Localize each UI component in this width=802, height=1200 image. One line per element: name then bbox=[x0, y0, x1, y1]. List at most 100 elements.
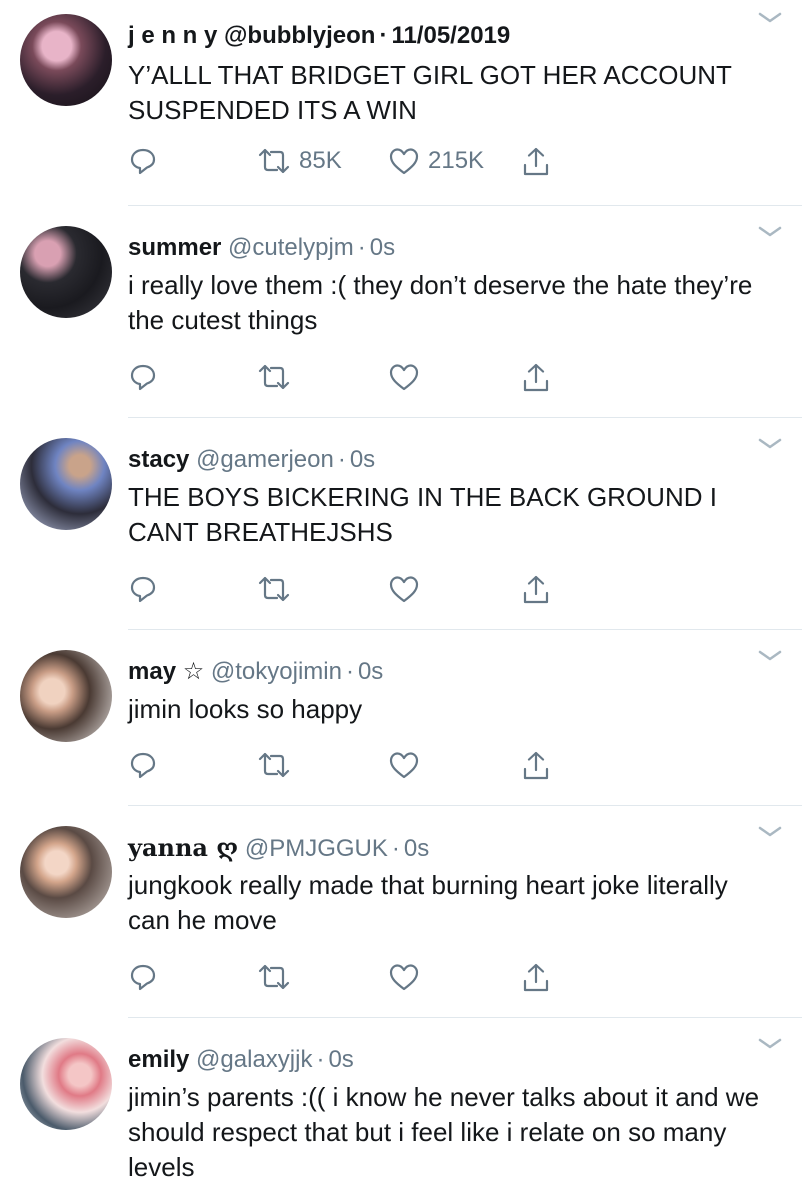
tweet-actions bbox=[0, 750, 802, 790]
display-name[interactable]: stacy bbox=[128, 446, 189, 473]
tweet-header: emily @galaxyjjk · 0s bbox=[128, 1046, 742, 1074]
username[interactable]: @gamerjeon bbox=[196, 446, 334, 473]
timestamp[interactable]: 0s bbox=[404, 835, 429, 862]
retweet-button[interactable] bbox=[257, 362, 299, 392]
share-button[interactable] bbox=[520, 574, 552, 606]
retweet-count: 85K bbox=[299, 147, 342, 174]
share-icon bbox=[523, 363, 549, 392]
retweet-button[interactable]: 85K bbox=[257, 146, 342, 176]
like-button[interactable]: 215K bbox=[388, 146, 484, 176]
share-button[interactable] bbox=[520, 750, 552, 782]
reply-icon bbox=[130, 364, 156, 391]
tweet[interactable]: summer @cutelypjm · 0s i really love them … bbox=[0, 206, 802, 418]
reply-button[interactable] bbox=[128, 362, 158, 392]
like-icon bbox=[389, 576, 419, 603]
separator: · bbox=[345, 658, 354, 685]
timestamp[interactable]: 11/05/2019 bbox=[391, 22, 510, 49]
share-icon bbox=[523, 147, 549, 176]
reply-button[interactable] bbox=[128, 574, 158, 604]
retweet-icon bbox=[258, 364, 290, 390]
tweet[interactable]: yanna ღ @PMJGGUK · 0s jungkook really made… bbox=[0, 806, 802, 1018]
chevron-down-icon[interactable] bbox=[756, 436, 784, 452]
tweet-actions bbox=[0, 962, 802, 1002]
like-icon bbox=[389, 752, 419, 779]
tweet[interactable]: j e n n y @bubblyjeon · 11/05/2019 Y’ALLL … bbox=[0, 0, 802, 206]
tweet[interactable]: stacy @gamerjeon · 0s THE BOYS BICKERING I… bbox=[0, 418, 802, 630]
retweet-icon bbox=[258, 752, 290, 778]
tweet[interactable]: may ☆ @tokyojimin · 0s jimin looks so happ… bbox=[0, 630, 802, 806]
tweet-text: jimin’s parents :(( i know he never talk… bbox=[128, 1082, 760, 1182]
reply-icon bbox=[130, 576, 156, 603]
separator: · bbox=[316, 1046, 325, 1073]
retweet-icon bbox=[258, 148, 290, 174]
reply-button[interactable] bbox=[128, 962, 158, 992]
display-name[interactable]: emily bbox=[128, 1046, 189, 1073]
like-button[interactable] bbox=[388, 362, 428, 392]
avatar[interactable] bbox=[20, 438, 112, 530]
like-button[interactable] bbox=[388, 962, 428, 992]
avatar[interactable] bbox=[20, 226, 112, 318]
avatar[interactable] bbox=[20, 1038, 112, 1130]
chevron-down-icon[interactable] bbox=[756, 824, 784, 840]
tweet-header: j e n n y @bubblyjeon · 11/05/2019 bbox=[128, 22, 742, 50]
tweet-header: summer @cutelypjm · 0s bbox=[128, 234, 742, 262]
reply-icon bbox=[130, 148, 156, 175]
reply-icon bbox=[130, 964, 156, 991]
chevron-down-icon[interactable] bbox=[756, 1036, 784, 1052]
tweet-text: jungkook really made that burning heart … bbox=[128, 870, 728, 935]
avatar[interactable] bbox=[20, 826, 112, 918]
username[interactable]: @cutelypjm bbox=[228, 234, 354, 261]
like-button[interactable] bbox=[388, 750, 428, 780]
timestamp[interactable]: 0s bbox=[350, 446, 375, 473]
tweet-header: stacy @gamerjeon · 0s bbox=[128, 446, 742, 474]
username[interactable]: @tokyojimin bbox=[211, 658, 342, 685]
chevron-down-icon[interactable] bbox=[756, 648, 784, 664]
retweet-button[interactable] bbox=[257, 750, 299, 780]
tweet-text: jimin looks so happy bbox=[128, 694, 363, 724]
username[interactable]: @PMJGGUK bbox=[245, 835, 388, 862]
reply-button[interactable] bbox=[128, 750, 158, 780]
tweet[interactable]: emily @galaxyjjk · 0s jimin’s parents :(( … bbox=[0, 1018, 802, 1200]
tweet-header: yanna ღ @PMJGGUK · 0s bbox=[128, 834, 742, 863]
share-button[interactable] bbox=[520, 962, 552, 994]
share-button[interactable] bbox=[520, 146, 552, 178]
separator: · bbox=[379, 22, 388, 49]
like-icon bbox=[389, 364, 419, 391]
tweet-actions bbox=[0, 574, 802, 614]
chevron-down-icon[interactable] bbox=[756, 224, 784, 240]
separator: · bbox=[357, 234, 366, 261]
timestamp[interactable]: 0s bbox=[328, 1046, 353, 1073]
username[interactable]: @galaxyjjk bbox=[196, 1046, 312, 1073]
reply-icon bbox=[130, 752, 156, 779]
display-name[interactable]: j e n n y bbox=[128, 22, 217, 49]
share-button[interactable] bbox=[520, 362, 552, 394]
display-name[interactable]: summer bbox=[128, 234, 221, 261]
separator: · bbox=[337, 446, 346, 473]
tweet-actions bbox=[0, 362, 802, 402]
chevron-down-icon[interactable] bbox=[756, 10, 784, 26]
reply-button[interactable] bbox=[128, 146, 158, 176]
display-name[interactable]: yanna ღ bbox=[128, 833, 238, 862]
avatar[interactable] bbox=[20, 14, 112, 106]
avatar[interactable] bbox=[20, 650, 112, 742]
retweet-button[interactable] bbox=[257, 962, 299, 992]
timestamp[interactable]: 0s bbox=[370, 234, 395, 261]
separator: · bbox=[391, 835, 400, 862]
like-icon bbox=[389, 964, 419, 991]
share-icon bbox=[523, 751, 549, 780]
like-button[interactable] bbox=[388, 574, 428, 604]
like-icon bbox=[389, 148, 419, 175]
display-name[interactable]: may ☆ bbox=[128, 658, 204, 685]
retweet-button[interactable] bbox=[257, 574, 299, 604]
timestamp[interactable]: 0s bbox=[358, 658, 383, 685]
tweet-actions: 85K 215K bbox=[0, 146, 802, 186]
like-count: 215K bbox=[428, 147, 485, 174]
retweet-icon bbox=[258, 964, 290, 990]
username[interactable]: @bubblyjeon bbox=[224, 22, 375, 49]
retweet-icon bbox=[258, 576, 290, 602]
share-icon bbox=[523, 963, 549, 992]
tweet-header: may ☆ @tokyojimin · 0s bbox=[128, 658, 742, 686]
tweet-text: THE BOYS BICKERING IN THE BACK GROUND I … bbox=[128, 482, 717, 547]
tweet-text: i really love them :( they don’t deserve… bbox=[128, 270, 753, 335]
tweet-text: Y’ALLL THAT BRIDGET GIRL GOT HER ACCOUNT… bbox=[128, 60, 732, 125]
